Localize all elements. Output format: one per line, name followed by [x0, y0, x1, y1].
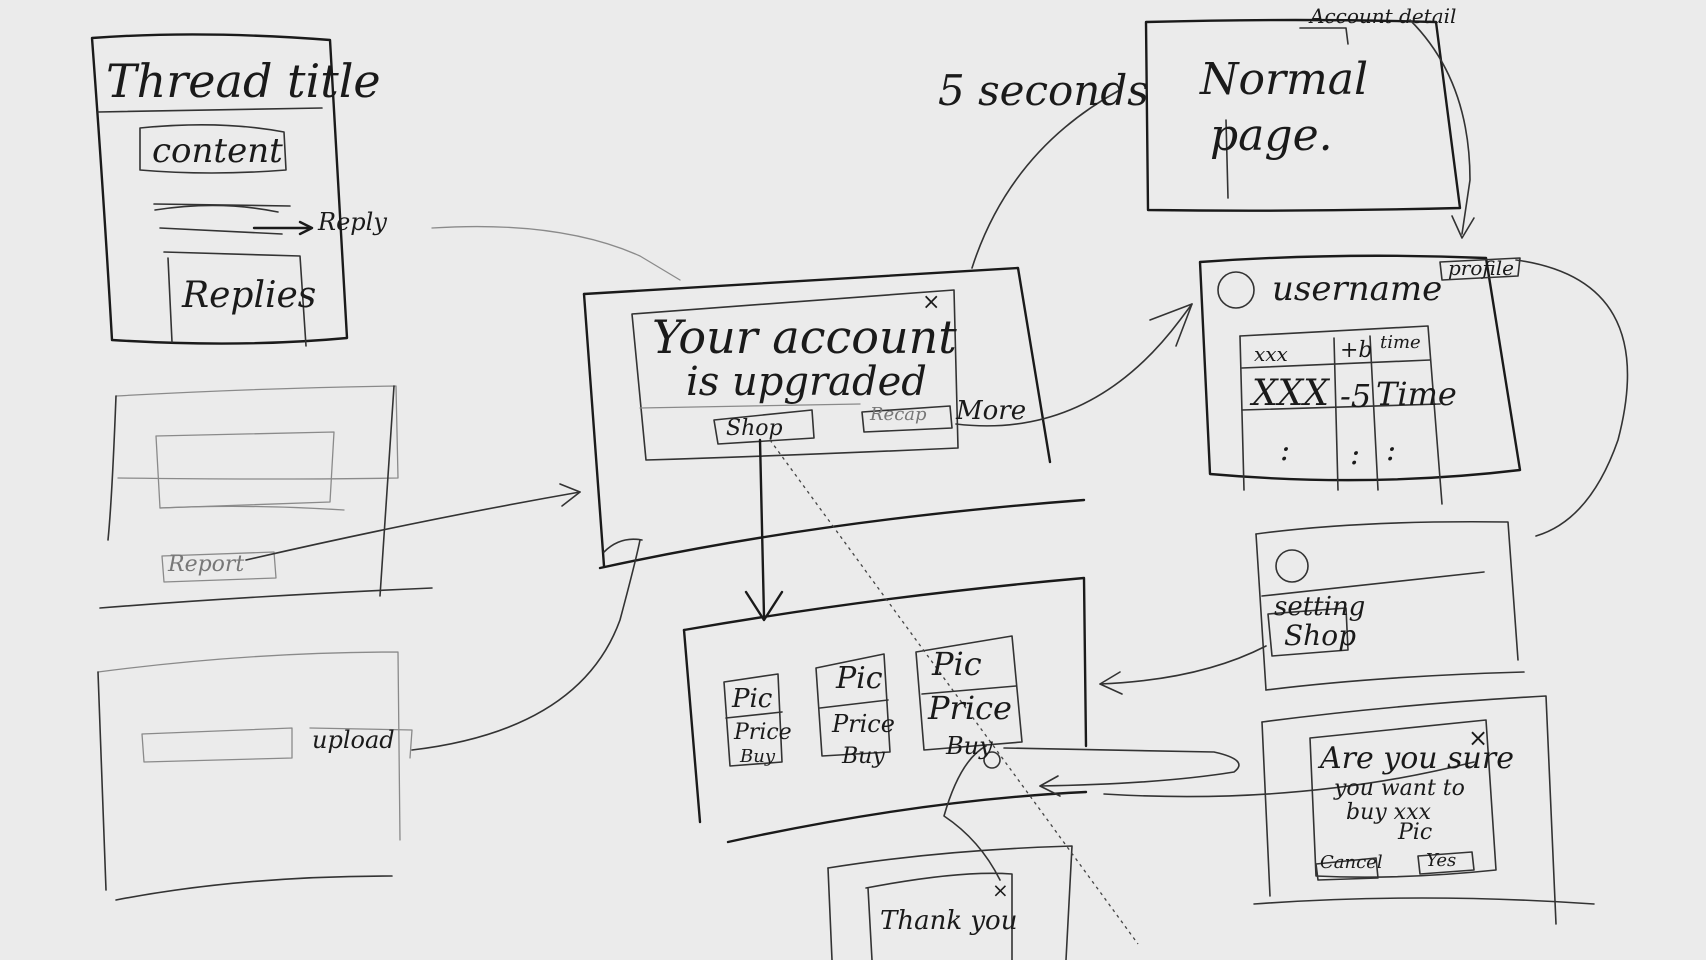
thanks-close-icon[interactable]: × — [992, 880, 1009, 900]
confirm-line2: you want to — [1334, 776, 1465, 801]
timer-label: 5 seconds — [938, 66, 1149, 115]
confirm-yes-button[interactable]: Yes — [1426, 852, 1456, 870]
table-header-name: xxx — [1254, 342, 1288, 366]
table-cell-delta: -5 — [1340, 377, 1372, 415]
normal-page-line2: page. — [1210, 110, 1333, 161]
confirm-cancel-button[interactable]: Cancel — [1320, 854, 1383, 872]
upload-page-frame — [97, 651, 413, 901]
menu-setting[interactable]: setting — [1274, 594, 1365, 620]
table-header-time: time — [1380, 332, 1421, 353]
shop-item-1-pic: Pic — [732, 684, 773, 714]
recap-button[interactable]: Recap — [870, 406, 927, 424]
whiteboard-sketch: Thread title content Reply Replies Repor… — [0, 0, 1706, 960]
shop-item-2-price: Price — [832, 710, 895, 738]
account-detail-link[interactable]: Account detail — [1310, 6, 1456, 26]
report-page-frame — [99, 385, 433, 609]
table-cell-time: Time — [1376, 375, 1457, 413]
table-ellipsis-2: : — [1350, 437, 1361, 472]
shop-button[interactable]: Shop — [726, 418, 783, 440]
thanks-text: Thank you — [880, 906, 1018, 936]
more-link[interactable]: More — [956, 398, 1026, 424]
table-ellipsis-1: : — [1280, 433, 1291, 468]
table-header-delta: +b — [1340, 338, 1373, 363]
shop-item-2-pic: Pic — [836, 661, 883, 696]
normal-page-line1: Normal — [1200, 54, 1369, 105]
reply-button[interactable]: Reply — [318, 210, 387, 234]
thread-content[interactable]: content — [152, 134, 283, 168]
upgrade-line1: Your account — [652, 310, 957, 364]
menu-shop[interactable]: Shop — [1284, 622, 1356, 650]
report-button[interactable]: Report — [168, 554, 244, 576]
shop-item-1-price: Price — [734, 720, 792, 745]
upload-button[interactable]: upload — [312, 728, 395, 752]
upgrade-line2: is upgraded — [686, 359, 927, 405]
thread-title: Thread title — [106, 54, 381, 108]
replies-list: Replies — [182, 275, 317, 316]
shop-item-2-buy[interactable]: Buy — [842, 746, 885, 768]
confirm-close-icon[interactable]: × — [1468, 726, 1488, 750]
thanks-page-frame — [827, 845, 1073, 960]
profile-tag[interactable]: profile — [1448, 258, 1514, 278]
shop-item-3-price: Price — [928, 689, 1012, 727]
upgrade-close-icon[interactable]: × — [922, 292, 940, 314]
confirm-pic: Pic — [1398, 820, 1433, 845]
profile-username: username — [1272, 269, 1443, 309]
shop-item-3-buy[interactable]: Buy — [946, 734, 993, 758]
table-ellipsis-3: : — [1386, 433, 1397, 468]
shop-item-1-buy[interactable]: Buy — [740, 748, 775, 766]
table-cell-name: XXX — [1252, 373, 1329, 414]
shop-item-3-pic: Pic — [932, 645, 982, 683]
